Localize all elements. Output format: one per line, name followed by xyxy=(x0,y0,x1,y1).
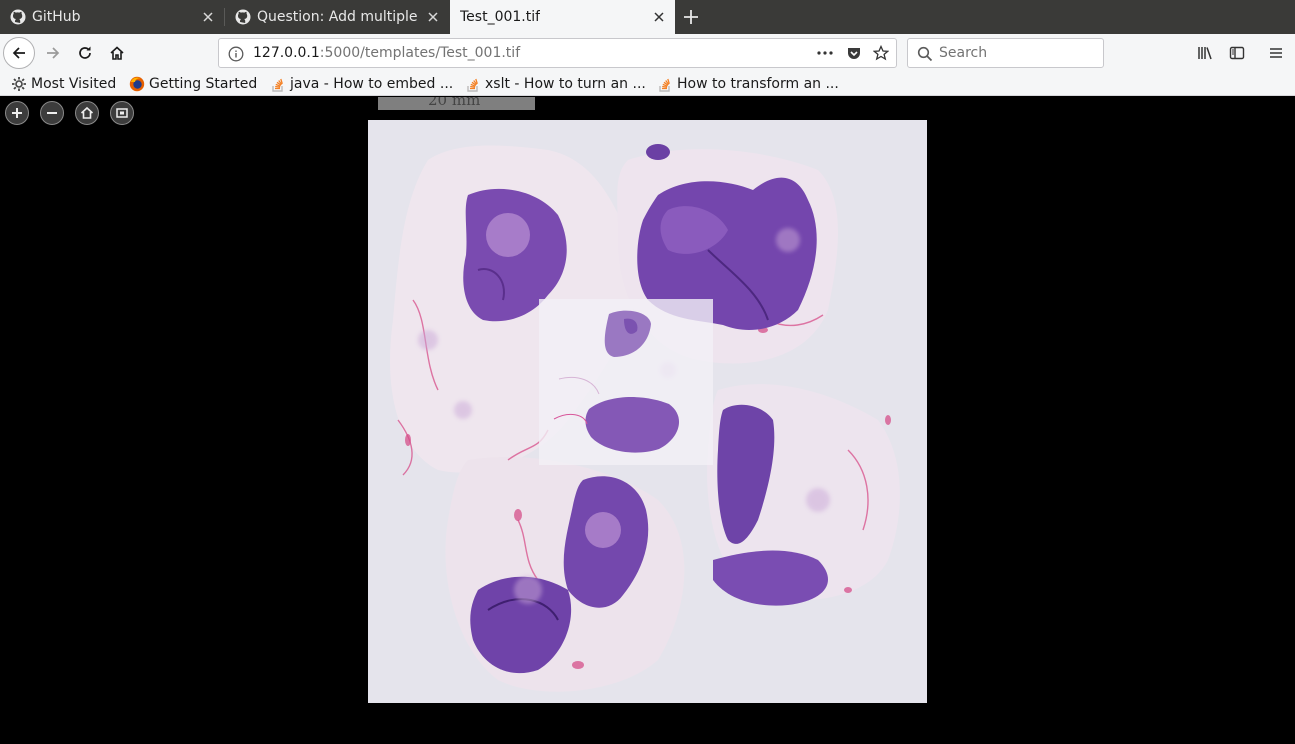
firefox-icon xyxy=(129,76,145,92)
scale-label: 20 mm xyxy=(428,97,481,109)
close-icon[interactable] xyxy=(425,9,441,25)
minus-icon xyxy=(47,112,57,114)
bookmark-getting-started[interactable]: Getting Started xyxy=(129,75,257,93)
bookmark-label: Most Visited xyxy=(31,76,117,92)
url-path: :5000/templates/Test_001.tif xyxy=(319,45,521,61)
tab-strip: GitHub Question: Add multiple Test_001.t… xyxy=(0,0,1295,34)
library-button[interactable] xyxy=(1190,37,1222,69)
forward-arrow-icon xyxy=(47,47,60,59)
address-bar[interactable]: 127.0.0.1:5000/templates/Test_001.tif xyxy=(218,38,897,68)
fullscreen-button[interactable] xyxy=(110,101,134,125)
tab-title: GitHub xyxy=(32,9,81,25)
close-icon[interactable] xyxy=(200,9,216,25)
gear-icon xyxy=(11,76,27,92)
home-button[interactable] xyxy=(101,37,133,69)
slide-image xyxy=(368,120,927,703)
sidebar-button[interactable] xyxy=(1221,37,1253,69)
scale-bar: 20 mm xyxy=(378,97,535,110)
home-icon xyxy=(80,106,94,119)
bookmark-xslt-turn[interactable]: xslt - How to turn an ... xyxy=(465,75,646,93)
sidebar-icon xyxy=(1229,46,1245,60)
navigator-thumbnail xyxy=(553,310,680,453)
back-button[interactable] xyxy=(3,37,35,69)
url-host: 127.0.0.1 xyxy=(253,45,320,61)
tab-question[interactable]: Question: Add multiple xyxy=(225,0,449,34)
bookmark-label: java - How to embed ... xyxy=(290,76,454,92)
info-icon[interactable] xyxy=(228,46,244,66)
fullscreen-icon xyxy=(116,108,128,118)
stackoverflow-icon xyxy=(270,76,286,92)
new-tab-button[interactable] xyxy=(679,5,703,29)
slide-viewer[interactable]: 20 mm xyxy=(0,97,1295,744)
plus-icon xyxy=(684,10,698,24)
reload-button[interactable] xyxy=(69,37,101,69)
home-icon xyxy=(110,46,124,60)
github-icon xyxy=(10,9,26,25)
github-icon xyxy=(235,9,251,25)
library-icon xyxy=(1198,47,1212,60)
bookmark-most-visited[interactable]: Most Visited xyxy=(11,75,116,93)
bookmark-label: Getting Started xyxy=(149,76,258,92)
tab-test-001[interactable]: Test_001.tif xyxy=(450,0,675,34)
zoom-out-button[interactable] xyxy=(40,101,64,125)
tab-title: Question: Add multiple xyxy=(257,9,417,25)
stackoverflow-icon xyxy=(465,76,481,92)
home-view-button[interactable] xyxy=(75,101,99,125)
pocket-icon[interactable] xyxy=(846,45,862,65)
close-icon[interactable] xyxy=(651,9,667,25)
forward-button[interactable] xyxy=(37,37,69,69)
bookmarks-toolbar: Most Visited Getting Started java - How … xyxy=(0,72,1295,96)
search-icon xyxy=(917,46,933,66)
bookmark-how-to-transform[interactable]: How to transform an ... xyxy=(657,75,839,93)
tab-github[interactable]: GitHub xyxy=(0,0,224,34)
bookmark-label: xslt - How to turn an ... xyxy=(485,76,646,92)
navigator-map[interactable] xyxy=(539,299,713,465)
bookmark-label: How to transform an ... xyxy=(677,76,839,92)
menu-button[interactable] xyxy=(1260,37,1292,69)
hamburger-menu-icon xyxy=(1270,48,1282,58)
bookmark-star-icon[interactable] xyxy=(872,44,890,65)
tab-title: Test_001.tif xyxy=(460,9,541,25)
stackoverflow-icon xyxy=(657,76,673,92)
reload-icon xyxy=(79,46,91,59)
search-bar[interactable]: Search xyxy=(907,38,1104,68)
bookmark-java-embed[interactable]: java - How to embed ... xyxy=(270,75,453,93)
plus-icon xyxy=(12,108,22,118)
search-placeholder: Search xyxy=(939,45,988,61)
back-arrow-icon xyxy=(12,47,25,59)
navigation-toolbar: 127.0.0.1:5000/templates/Test_001.tif Se… xyxy=(0,34,1295,72)
page-actions-icon[interactable] xyxy=(816,45,834,65)
zoom-in-button[interactable] xyxy=(5,101,29,125)
url-text: 127.0.0.1:5000/templates/Test_001.tif xyxy=(253,45,520,61)
